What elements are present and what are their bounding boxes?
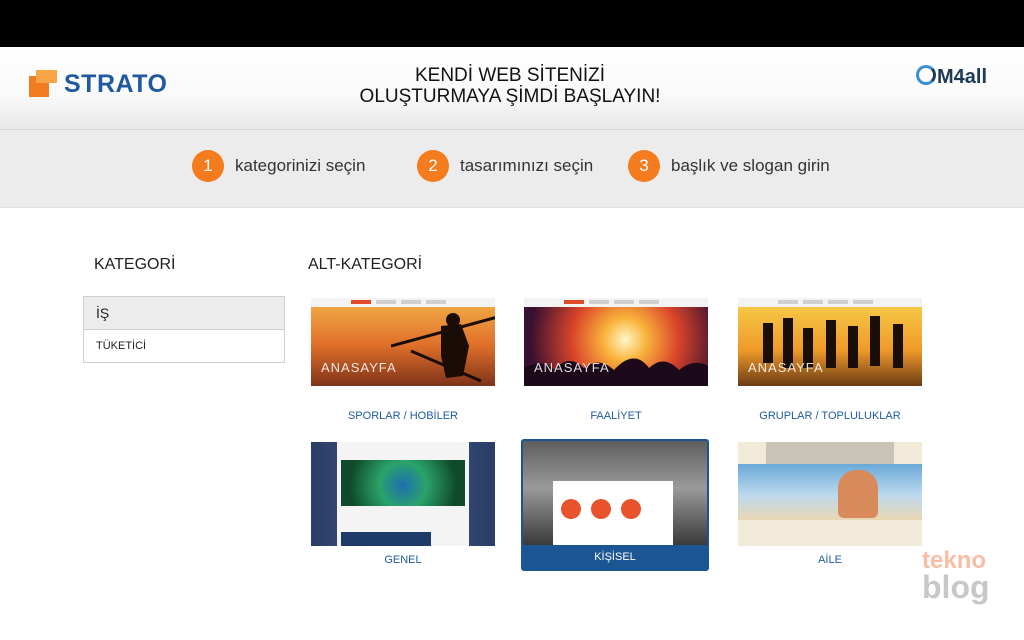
watermark-line-2: blog: [922, 569, 990, 605]
page-headline: KENDİ WEB SİTENİZİ OLUŞTURMAYA ŞİMDİ BAŞ…: [300, 65, 720, 107]
subcategory-card-kisisel[interactable]: KİŞİSEL: [521, 439, 709, 571]
step-1: 1 kategorinizi seçin: [192, 150, 365, 182]
teknoblog-watermark: tekno blog: [922, 548, 992, 605]
cm4all-ring-icon: [916, 65, 936, 85]
subcategory-card-sporlar[interactable]: ANASAYFA SPORLAR / HOBİLER: [311, 298, 495, 422]
gruplar-banner-text: ANASAYFA: [748, 360, 824, 375]
sporlar-thumbnail: ANASAYFA: [311, 298, 495, 402]
sporlar-banner-text: ANASAYFA: [321, 360, 397, 375]
kisisel-circle-icon-1: [561, 499, 581, 519]
sporlar-caption: SPORLAR / HOBİLER: [347, 410, 459, 422]
peacock-image: [341, 460, 465, 506]
kisisel-circle-icon-2: [591, 499, 611, 519]
subcategory-card-aile[interactable]: AİLE: [738, 442, 922, 566]
genel-thumbnail: [311, 442, 495, 546]
category-list: İŞ TÜKETİCİ: [83, 296, 285, 363]
step-3-number: 3: [628, 150, 660, 182]
step-2: 2 tasarımınızı seçin: [417, 150, 593, 182]
category-title: KATEGORİ: [94, 256, 176, 273]
step-1-number: 1: [192, 150, 224, 182]
cm4all-logo: M4all: [916, 65, 987, 89]
genel-caption: GENEL: [384, 554, 422, 566]
top-black-bar: [0, 0, 1024, 47]
strato-logo-text: STRATO: [64, 69, 168, 98]
category-item-is[interactable]: İŞ: [84, 297, 284, 329]
cm4all-logo-text: M4all: [937, 66, 988, 88]
strato-logo[interactable]: STRATO: [29, 69, 167, 99]
faaliyet-caption: FAALİYET: [590, 410, 642, 422]
step-3-label: başlık ve slogan girin: [671, 156, 830, 175]
headline-line-1: KENDİ WEB SİTENİZİ: [414, 65, 606, 86]
faaliyet-thumbnail: ANASAYFA: [524, 298, 708, 402]
gruplar-thumbnail: ANASAYFA: [738, 298, 922, 402]
step-2-number: 2: [417, 150, 449, 182]
kisisel-circle-icon-3: [621, 499, 641, 519]
header: STRATO KENDİ WEB SİTENİZİ OLUŞTURMAYA Şİ…: [0, 47, 1024, 130]
subcategory-title: ALT-KATEGORİ: [308, 256, 423, 273]
step-3: 3 başlık ve slogan girin: [628, 150, 830, 182]
step-1-label: kategorinizi seçin: [235, 156, 366, 175]
headline-line-2: OLUŞTURMAYA ŞİMDİ BAŞLAYIN!: [359, 86, 661, 107]
strato-logo-icon: [29, 70, 57, 98]
step-2-label: tasarımınızı seçin: [460, 156, 594, 175]
family-beach-image: [738, 464, 922, 520]
aile-caption: AİLE: [818, 554, 842, 566]
subcategory-card-genel[interactable]: GENEL: [311, 442, 495, 566]
faaliyet-banner-text: ANASAYFA: [534, 360, 610, 375]
subcategory-card-gruplar[interactable]: ANASAYFA GRUPLAR / TOPLULUKLAR: [738, 298, 922, 422]
kisisel-caption: KİŞİSEL: [594, 551, 636, 563]
category-item-tuketici[interactable]: TÜKETİCİ: [84, 329, 284, 362]
fisherman-silhouette: [391, 313, 495, 383]
aile-thumbnail: [738, 442, 922, 546]
kisisel-thumbnail: [523, 441, 707, 545]
subcategory-card-faaliyet[interactable]: ANASAYFA FAALİYET: [524, 298, 708, 422]
gruplar-caption: GRUPLAR / TOPLULUKLAR: [759, 410, 901, 422]
steps-bar: 1 kategorinizi seçin 2 tasarımınızı seçi…: [0, 130, 1024, 208]
